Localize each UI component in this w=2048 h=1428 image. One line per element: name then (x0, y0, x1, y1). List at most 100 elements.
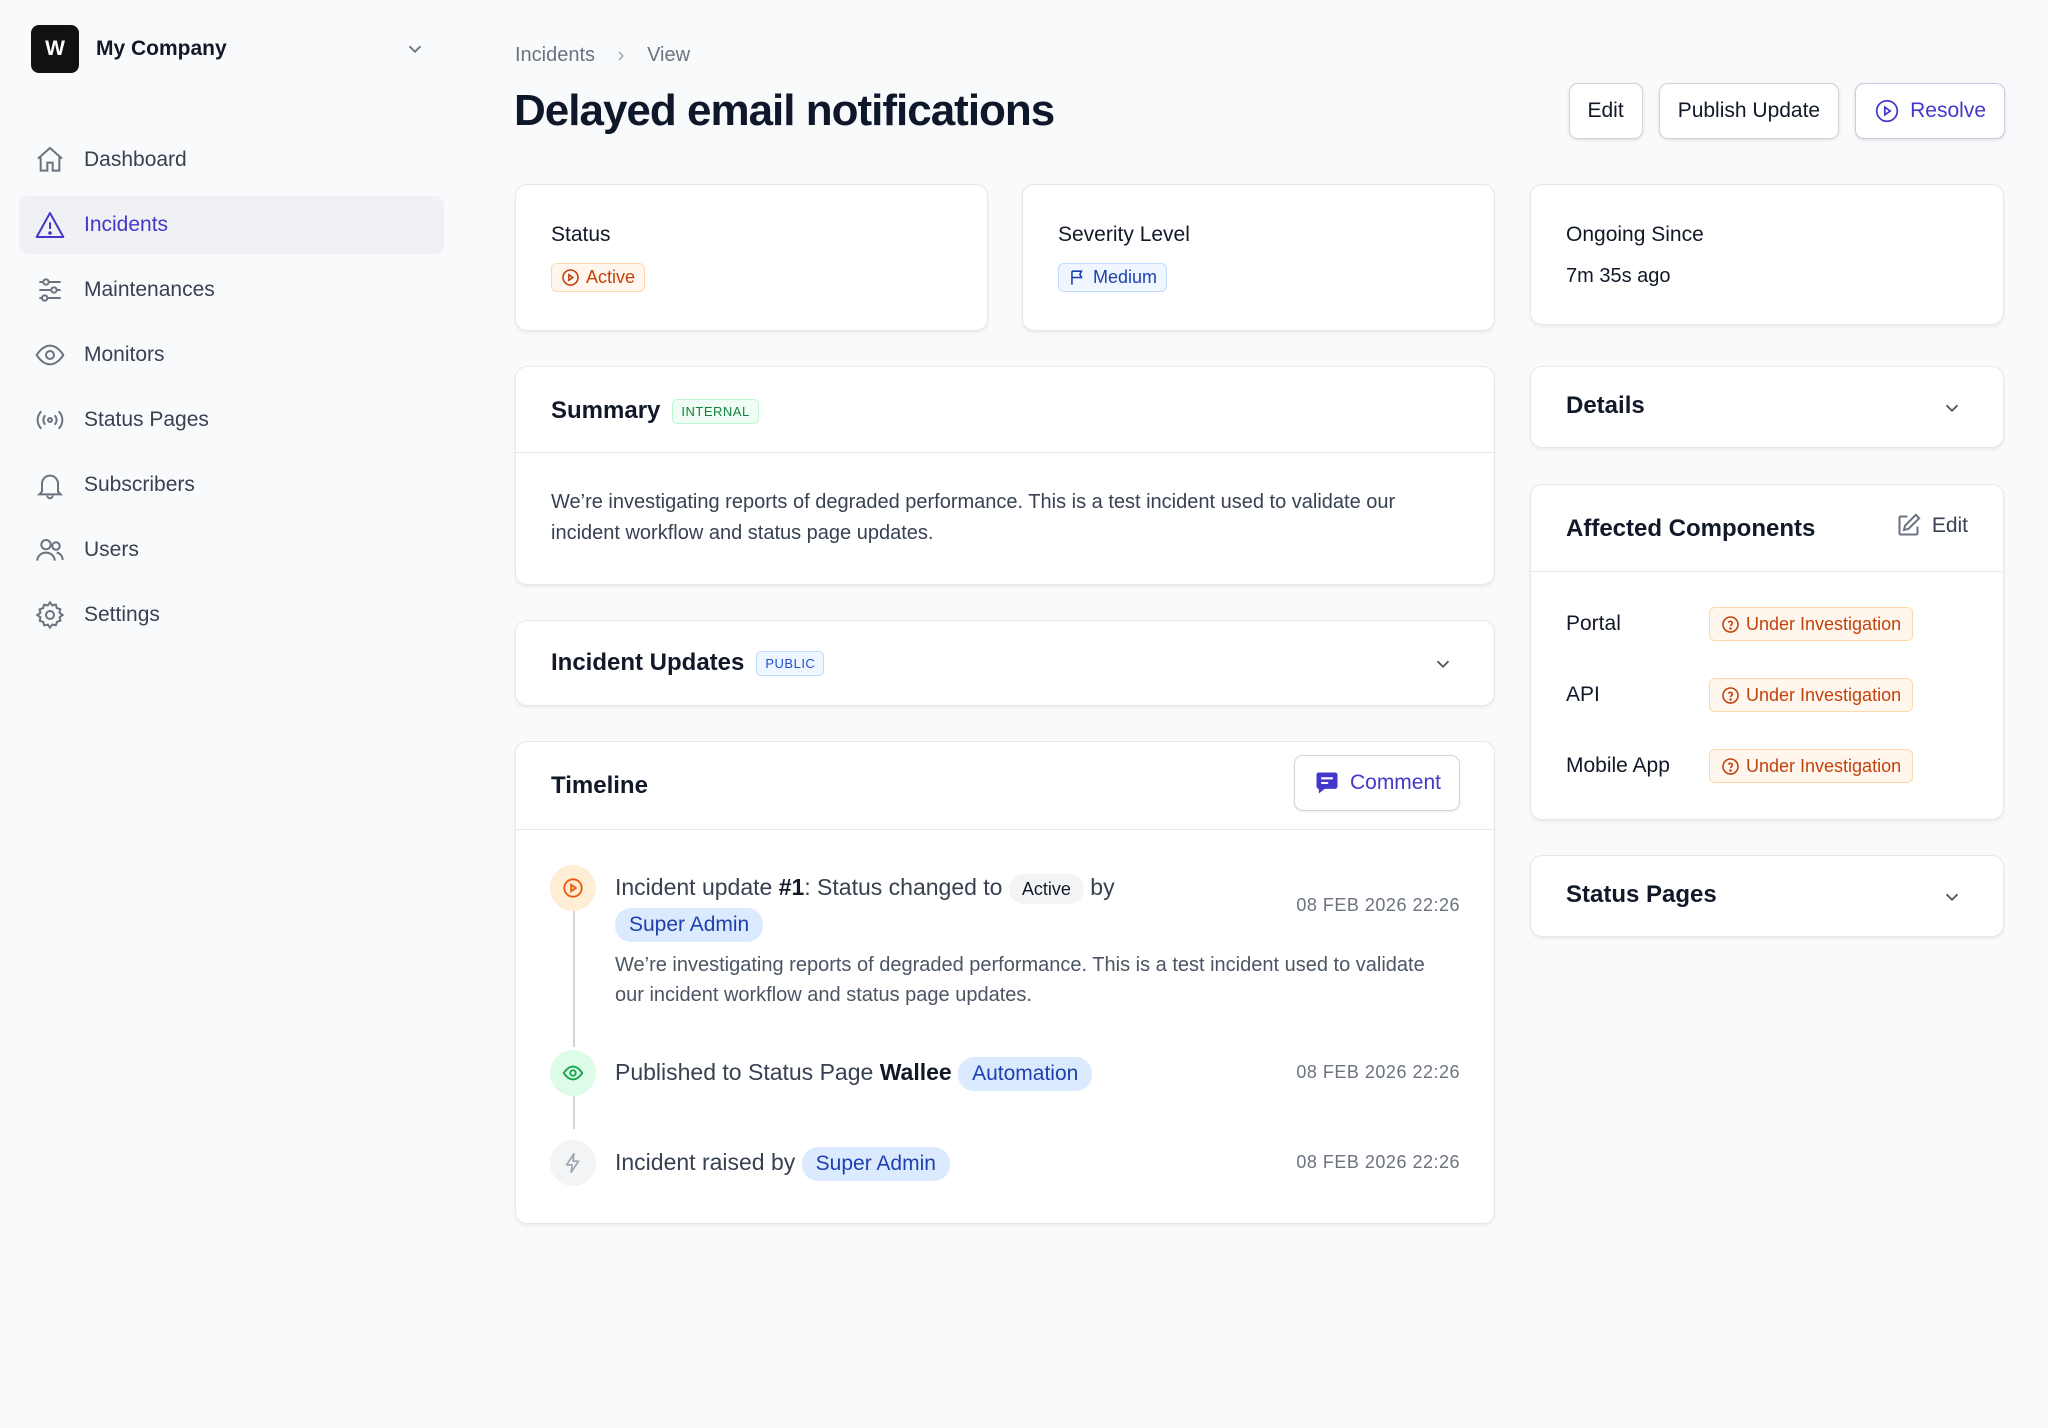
chevron-down-icon[interactable] (1432, 653, 1454, 675)
chevron-down-icon[interactable] (1941, 886, 1963, 908)
sidebar-item-maintenances[interactable]: Maintenances (19, 261, 444, 319)
chat-icon (1316, 772, 1338, 794)
timeline-date: 08 FEB 2026 22:26 (1296, 1062, 1460, 1082)
chevron-right-icon (618, 51, 625, 60)
sidebar-item-label: Dashboard (84, 148, 187, 171)
status-chip: Active (1008, 873, 1084, 904)
sidebar-item-label: Incidents (84, 213, 169, 236)
user-chip[interactable]: Super Admin (801, 1146, 950, 1181)
status-badge: Active (551, 263, 646, 292)
component-name: Portal (1566, 612, 1621, 635)
sidebar-item-users[interactable]: Users (19, 521, 444, 579)
pencil-square-icon (1898, 513, 1921, 536)
ongoing-value: 7m 35s ago (1566, 265, 1671, 287)
sliders-icon (33, 273, 67, 307)
publish-update-button[interactable]: Publish Update (1658, 83, 1840, 139)
question-circle-icon (1722, 757, 1739, 775)
bell-icon (33, 468, 67, 502)
status-pages-card[interactable]: Status Pages (1530, 855, 2004, 937)
public-tag: PUBLIC (756, 650, 825, 676)
component-name: Mobile App (1566, 754, 1670, 777)
component-status-badge: Under Investigation (1709, 607, 1914, 641)
timeline-entry: Published to Status Page Wallee Automati… (550, 1050, 1460, 1100)
comment-button[interactable]: Comment (1293, 755, 1460, 811)
company-name: My Company (96, 37, 227, 60)
timeline-entry: Incident update #1: Status changed to Ac… (550, 865, 1460, 1006)
sidebar-nav: Dashboard Incidents Maintenances Monitor… (19, 131, 444, 651)
comment-label: Comment (1349, 771, 1441, 794)
automation-chip: Automation (958, 1056, 1093, 1091)
timeline-description: We’re investigating reports of degraded … (615, 954, 1425, 1006)
incident-updates-title: Incident Updates (551, 649, 745, 676)
component-status-badge: Under Investigation (1709, 749, 1914, 783)
sidebar-item-incidents[interactable]: Incidents (19, 196, 444, 254)
resolve-label: Resolve (1910, 99, 1986, 122)
sidebar-item-dashboard[interactable]: Dashboard (19, 131, 444, 189)
timeline-card: Timeline Comment Incident update #1: Sta… (515, 741, 1495, 1224)
ongoing-label: Ongoing Since (1566, 223, 1704, 246)
sidebar-item-monitors[interactable]: Monitors (19, 326, 444, 384)
edit-components-label: Edit (1931, 513, 1968, 537)
eye-icon (33, 338, 67, 372)
component-row: Portal Under Investigation (1566, 607, 1914, 641)
sidebar-item-label: Monitors (84, 343, 165, 366)
edit-button[interactable]: Edit (1568, 83, 1643, 139)
home-icon (33, 143, 67, 177)
timeline-entry-text: Incident raised by Super Admin (615, 1144, 950, 1181)
play-circle-icon (550, 865, 596, 911)
severity-value: Medium (1093, 267, 1158, 287)
timeline-entry: Incident raised by Super Admin 08 FEB 20… (550, 1140, 1460, 1190)
summary-header: Summary INTERNAL (551, 397, 759, 425)
sidebar-item-subscribers[interactable]: Subscribers (19, 456, 444, 514)
severity-card: Severity Level Medium (1022, 184, 1495, 331)
summary-text: We’re investigating reports of degraded … (551, 491, 1396, 544)
status-card: Status Active (515, 184, 988, 331)
question-circle-icon (1722, 615, 1739, 633)
broadcast-icon (33, 403, 67, 437)
sidebar-item-label: Status Pages (84, 408, 209, 431)
summary-card: Summary INTERNAL We’re investigating rep… (515, 366, 1495, 585)
sidebar-item-label: Settings (84, 603, 160, 626)
entry-prefix: Incident raised by (615, 1149, 802, 1175)
component-status: Under Investigation (1746, 684, 1902, 705)
affected-components-title: Affected Components (1566, 515, 1816, 542)
user-chip[interactable]: Super Admin (615, 907, 764, 942)
timeline-date: 08 FEB 2026 22:26 (1296, 1152, 1460, 1172)
flag-icon (1071, 270, 1083, 285)
sidebar-item-status-pages[interactable]: Status Pages (19, 391, 444, 449)
component-name: API (1566, 683, 1600, 706)
incident-updates-card[interactable]: Incident Updates PUBLIC (515, 620, 1495, 706)
timeline-entry-text: Incident update #1: Status changed to Ac… (615, 869, 1235, 942)
play-circle-icon (562, 269, 579, 286)
company-switcher[interactable]: W My Company (31, 25, 431, 73)
edit-components-button[interactable]: Edit (1895, 512, 1968, 539)
sidebar: W My Company Dashboard Incidents Mainten… (0, 0, 460, 1428)
internal-tag: INTERNAL (672, 398, 759, 424)
bolt-icon (550, 1140, 596, 1186)
details-card[interactable]: Details (1530, 366, 2004, 448)
resolve-button[interactable]: Resolve (1855, 83, 2005, 139)
timeline-date: 08 FEB 2026 22:26 (1296, 895, 1460, 915)
summary-title: Summary (551, 397, 661, 424)
sidebar-item-label: Users (84, 538, 139, 561)
breadcrumb: Incidents View (515, 44, 690, 67)
divider (1531, 571, 2003, 572)
warning-icon (33, 208, 67, 242)
breadcrumb-incidents-link[interactable]: Incidents (515, 44, 595, 67)
status-page-name: Wallee (879, 1059, 952, 1085)
timeline-entry-text: Published to Status Page Wallee Automati… (615, 1054, 1093, 1091)
chevron-down-icon[interactable] (1941, 397, 1963, 419)
chevron-down-icon (408, 45, 422, 54)
company-logo: W (31, 25, 79, 73)
play-circle-icon (1875, 99, 1899, 123)
divider (516, 829, 1494, 830)
sidebar-item-label: Maintenances (84, 278, 215, 301)
ongoing-card: Ongoing Since 7m 35s ago (1530, 184, 2004, 325)
timeline-title: Timeline (551, 772, 648, 799)
component-row: Mobile App Under Investigation (1566, 749, 1914, 783)
gear-icon (33, 598, 67, 632)
sidebar-item-settings[interactable]: Settings (19, 586, 444, 644)
severity-badge: Medium (1058, 263, 1168, 292)
entry-number: #1 (778, 874, 805, 900)
breadcrumb-current: View (647, 44, 691, 66)
